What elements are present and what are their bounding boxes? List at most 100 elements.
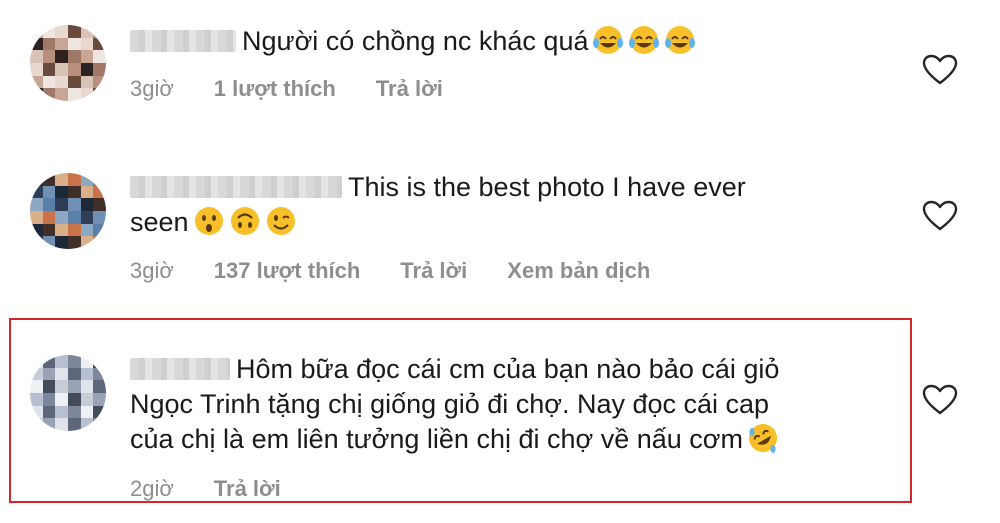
- comment-meta: 2giờ Trả lời: [130, 476, 281, 502]
- avatar-pixel: [80, 405, 94, 419]
- avatar-pixel: [80, 173, 94, 186]
- avatar-pixel: [68, 50, 81, 63]
- avatar-pixel: [55, 236, 68, 249]
- avatar-pixel: [55, 211, 68, 224]
- comment-meta: 3giờ 1 lượt thích Trả lời: [130, 76, 443, 102]
- comment-text: This is the best photo I have ever seen: [130, 170, 746, 240]
- avatar-pixel: [80, 393, 94, 406]
- avatar-pixel: [68, 198, 81, 211]
- comment-text: Người có chồng nc khác quá: [130, 24, 696, 59]
- comment-body-line2: Ngọc Trinh tặng chị giống giỏ đi chợ. Na…: [130, 389, 770, 419]
- avatar-pixel: [30, 88, 43, 101]
- username-blurred[interactable]: [130, 176, 342, 198]
- avatar-pixel: [68, 236, 81, 249]
- avatar-pixel: [30, 236, 43, 249]
- avatar-pixel: [42, 380, 56, 393]
- avatar-pixel: [42, 173, 56, 186]
- avatar-pixel: [42, 50, 56, 63]
- avatar-pixel: [80, 211, 94, 224]
- avatar-pixel: [68, 211, 81, 224]
- avatar-pixel: [93, 88, 106, 101]
- avatar-pixel: [55, 223, 68, 237]
- avatar-pixel: [42, 25, 56, 38]
- comment-body-line3: của chị là em liên tưởng liền chị đi chợ…: [130, 424, 743, 454]
- avatar-pixel: [68, 25, 81, 38]
- avatar-pixel: [30, 198, 43, 211]
- username-blurred[interactable]: [130, 30, 236, 52]
- avatar-pixel: [80, 367, 94, 381]
- avatar-pixel: [55, 367, 68, 381]
- avatar-pixel: [42, 63, 56, 76]
- avatar-pixel: [93, 75, 106, 89]
- avatar-pixel: [42, 393, 56, 406]
- avatar-pixel: [55, 380, 68, 393]
- avatar-pixel: [55, 198, 68, 211]
- like-count-link[interactable]: 137 lượt thích: [214, 258, 361, 284]
- avatar-pixel: [55, 355, 68, 368]
- avatar-pixel: [68, 367, 81, 381]
- avatar-pixel: [30, 50, 43, 63]
- username-blurred[interactable]: [130, 358, 230, 380]
- avatar-pixel: [42, 367, 56, 381]
- winking-face-emoji: [266, 207, 295, 235]
- avatar-pixel: [93, 211, 106, 224]
- rolling-on-floor-laughing-emoji: [748, 424, 777, 453]
- avatar-pixel: [42, 211, 56, 224]
- avatar-pixel: [80, 380, 94, 393]
- avatar-pixel: [42, 236, 56, 249]
- avatar-pixel: [30, 37, 43, 51]
- avatar-pixel: [30, 25, 43, 38]
- comment-time: 3giờ: [130, 76, 174, 101]
- avatar-pixel: [68, 418, 81, 431]
- avatar-pixel: [80, 25, 94, 38]
- avatar-pixel: [93, 50, 106, 63]
- avatar-pixel: [42, 75, 56, 89]
- comment-body: This is the best photo I have ever: [348, 172, 746, 202]
- avatar[interactable]: [30, 173, 106, 249]
- avatar-pixel: [55, 405, 68, 419]
- avatar-pixel: [42, 405, 56, 419]
- avatar-pixel: [30, 63, 43, 76]
- avatar-pixel: [30, 393, 43, 406]
- comment-body: Hôm bữa đọc cái cm của bạn nào bảo cái g…: [236, 354, 780, 384]
- avatar-pixel: [30, 185, 43, 199]
- avatar-pixel: [93, 63, 106, 76]
- heart-outline-icon[interactable]: [922, 200, 958, 232]
- reply-link[interactable]: Trả lời: [376, 76, 443, 102]
- avatar-pixel: [68, 63, 81, 76]
- avatar-pixel: [80, 50, 94, 63]
- avatar-pixel: [30, 75, 43, 89]
- translate-link[interactable]: Xem bản dịch: [507, 258, 650, 284]
- avatar-pixel: [68, 88, 81, 101]
- like-count-link[interactable]: 1 lượt thích: [214, 76, 336, 102]
- comment-time: 2giờ: [130, 476, 174, 501]
- comment-body: Người có chồng nc khác quá: [242, 26, 589, 56]
- avatar-pixel: [93, 393, 106, 406]
- avatar-pixel: [93, 223, 106, 237]
- avatar-pixel: [55, 185, 68, 199]
- avatar[interactable]: [30, 25, 106, 101]
- avatar-pixel: [80, 236, 94, 249]
- avatar-pixel: [30, 223, 43, 237]
- avatar[interactable]: [30, 355, 106, 431]
- avatar-pixel: [55, 25, 68, 38]
- avatar-pixel: [80, 185, 94, 199]
- heart-outline-icon[interactable]: [922, 54, 958, 86]
- heart-outline-icon[interactable]: [922, 384, 958, 416]
- avatar-pixel: [55, 75, 68, 89]
- avatar-pixel: [30, 173, 43, 186]
- avatar-pixel: [42, 88, 56, 101]
- avatar-pixel: [93, 380, 106, 393]
- avatar-pixel: [68, 393, 81, 406]
- comment-time: 3giờ: [130, 258, 174, 283]
- reply-link[interactable]: Trả lời: [400, 258, 467, 284]
- reply-link[interactable]: Trả lời: [214, 476, 281, 502]
- avatar-pixel: [55, 37, 68, 51]
- avatar-pixel: [55, 63, 68, 76]
- tears-of-joy-emoji: [665, 26, 696, 54]
- avatar-pixel: [42, 37, 56, 51]
- avatar-pixel: [68, 380, 81, 393]
- avatar-pixel: [55, 88, 68, 101]
- avatar-pixel: [93, 236, 106, 249]
- avatar-pixel: [42, 185, 56, 199]
